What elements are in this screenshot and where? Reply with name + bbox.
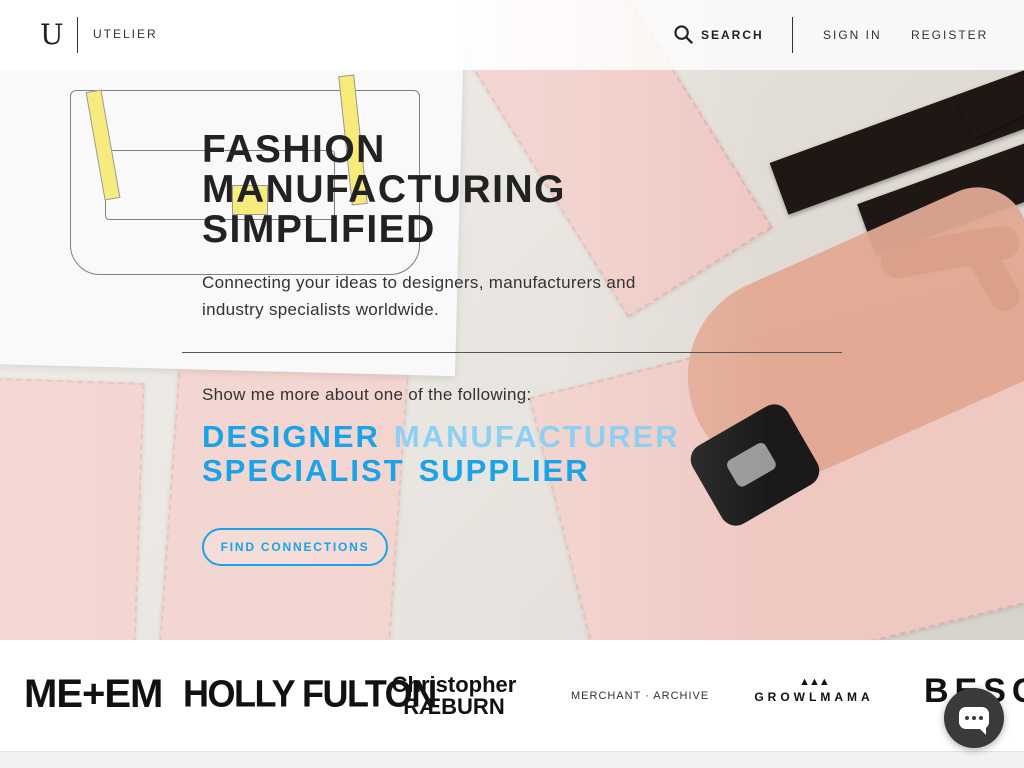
sign-in-link[interactable]: SIGN IN: [823, 28, 882, 42]
role-specialist[interactable]: SPECIALIST: [202, 454, 405, 488]
role-manufacturer[interactable]: MANUFACTURER: [394, 420, 680, 454]
search-label: SEARCH: [701, 27, 764, 42]
register-link[interactable]: REGISTER: [911, 28, 988, 42]
search-button[interactable]: SEARCH: [674, 25, 764, 44]
brand-logo-me-em: ME+EM: [24, 672, 163, 716]
brand-logo-growlmama: ▲▲▲ GROWLMAMA: [752, 676, 876, 704]
brand-logo-christopher-raeburn: Christopher RÆBURN: [386, 674, 522, 718]
brand-name[interactable]: UTELIER: [93, 27, 158, 41]
brand-logo-text: GROWLMAMA: [754, 690, 874, 704]
growlmama-mark-icon: ▲▲▲: [799, 676, 830, 688]
chat-icon: [959, 707, 989, 735]
logo-mark[interactable]: U: [40, 20, 64, 50]
find-connections-button[interactable]: FIND CONNECTIONS: [202, 528, 388, 566]
hero-divider: [182, 352, 842, 353]
headline-line: FASHION: [202, 128, 386, 171]
page: U UTELIER SEARCH SIGN IN REGISTER FASHIO…: [0, 0, 1024, 768]
search-icon: [674, 25, 693, 44]
role-designer[interactable]: DESIGNER: [202, 420, 380, 454]
nav-divider: [792, 17, 793, 53]
role-supplier[interactable]: SUPPLIER: [419, 454, 590, 488]
role-options: DESIGNER MANUFACTURER SPECIALIST SUPPLIE…: [202, 420, 702, 488]
site-header: U UTELIER SEARCH SIGN IN REGISTER: [0, 0, 1024, 70]
role-prompt: Show me more about one of the following:: [202, 385, 532, 404]
hero-subtitle: Connecting your ideas to designers, manu…: [202, 273, 636, 319]
brand-logo-line: Christopher: [391, 672, 517, 697]
brand-logo-line: RÆBURN: [403, 694, 505, 719]
hero-headline: FASHION MANUFACTURING SIMPLIFIED: [202, 130, 622, 250]
brand-logo-merchant-archive: MERCHANT · ARCHIVE: [571, 690, 710, 702]
logo-divider: [77, 17, 78, 53]
headline-line: MANUFACTURING: [202, 168, 566, 211]
footer-edge: [0, 752, 1024, 768]
headline-line: SIMPLIFIED: [202, 208, 436, 251]
chat-button[interactable]: [944, 688, 1004, 748]
